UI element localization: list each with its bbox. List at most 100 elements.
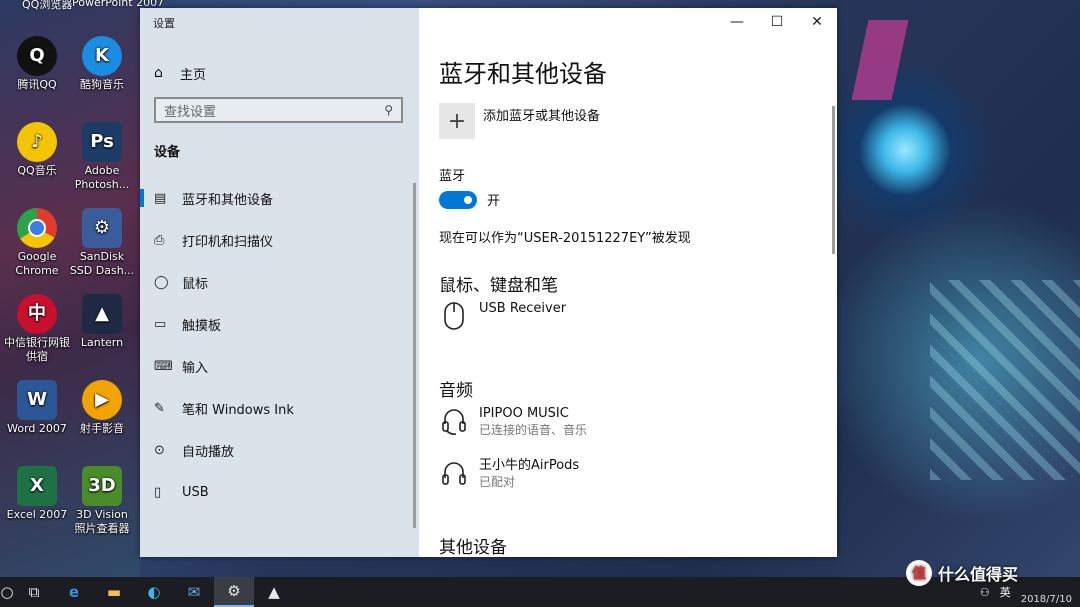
lantern-icon: ▲ bbox=[82, 294, 122, 334]
device-name: 王小牛的AirPods bbox=[479, 458, 580, 473]
desktop-icon-qq[interactable]: Q 腾讯QQ bbox=[4, 36, 70, 92]
desktop-icon-kugou[interactable]: K 酷狗音乐 bbox=[69, 36, 135, 92]
sidebar-item-label: USB bbox=[182, 484, 209, 500]
desktop-icon-photoshop[interactable]: Ps Adobe Photosh... bbox=[69, 122, 135, 192]
settings-content: — ☐ ✕ 蓝牙和其他设备 + 添加蓝牙或其他设备 蓝牙 开 现在可以作为“US… bbox=[419, 8, 837, 558]
minimize-button[interactable]: — bbox=[717, 8, 757, 36]
headphones-icon bbox=[439, 458, 469, 493]
close-button[interactable]: ✕ bbox=[797, 8, 837, 36]
photoshop-icon: Ps bbox=[82, 122, 122, 162]
browser-icon: ◐ bbox=[147, 583, 161, 601]
watermark-text: 什么值得买 bbox=[938, 565, 1019, 584]
sandisk-icon: ⚙ bbox=[82, 208, 122, 248]
sidebar-item-label: 鼠标 bbox=[182, 276, 209, 292]
maximize-button[interactable]: ☐ bbox=[757, 8, 797, 36]
desktop-icon-sandisk[interactable]: ⚙ SanDisk SSD Dash... bbox=[69, 208, 135, 278]
start-button[interactable]: ○ bbox=[0, 577, 14, 607]
add-device-row[interactable]: + 添加蓝牙或其他设备 bbox=[439, 103, 600, 139]
sidebar-item-printers[interactable]: ⎙ 打印机和扫描仪 bbox=[140, 219, 415, 261]
excel-icon: X bbox=[17, 466, 57, 506]
device-name: IPIPOO MUSIC bbox=[479, 406, 569, 421]
qq-penguin-icon: Q bbox=[17, 36, 57, 76]
sidebar-item-label: 笔和 Windows Ink bbox=[182, 402, 294, 418]
home-link[interactable]: ⌂ 主页 bbox=[154, 62, 206, 84]
desktop-icon-qqmusic[interactable]: ♪ QQ音乐 bbox=[4, 122, 70, 178]
watermark: 值 什么值得买 bbox=[906, 560, 1018, 586]
3d-vision-icon: 3D bbox=[82, 466, 122, 506]
device-usb-receiver[interactable]: USB Receiver bbox=[439, 301, 566, 336]
sidebar-item-mouse[interactable]: ◯ 鼠标 bbox=[140, 261, 415, 303]
sidebar-item-label: 输入 bbox=[182, 360, 209, 376]
discoverable-text: 现在可以作为“USER-20151227EY”被发现 bbox=[439, 231, 691, 246]
bluetooth-toggle-row: 开 bbox=[439, 190, 500, 209]
add-device-button[interactable]: + bbox=[439, 103, 475, 139]
section-label: 设备 bbox=[154, 145, 181, 160]
taskbar-photos[interactable]: ▲ bbox=[254, 577, 294, 607]
desktop-icon-word[interactable]: W Word 2007 bbox=[4, 380, 70, 436]
pen-icon: ✎ bbox=[154, 400, 165, 416]
qqmusic-icon: ♪ bbox=[17, 122, 57, 162]
desktop-icon-chrome[interactable]: Google Chrome bbox=[4, 208, 70, 278]
mouse-icon bbox=[439, 301, 469, 336]
sidebar-item-pen[interactable]: ✎ 笔和 Windows Ink bbox=[140, 387, 415, 429]
clock-date[interactable]: 2018/7/10 bbox=[1021, 594, 1072, 605]
desktop-art-panel bbox=[930, 280, 1080, 480]
section-audio: 音频 bbox=[439, 381, 473, 401]
sidebar-item-autoplay[interactable]: ⊙ 自动播放 bbox=[140, 429, 415, 471]
desktop-top-label: QQ浏览器 bbox=[22, 0, 73, 11]
sidebar-item-touchpad[interactable]: ▭ 触摸板 bbox=[140, 303, 415, 345]
chrome-icon bbox=[17, 208, 57, 248]
taskbar-explorer[interactable]: ▬ bbox=[94, 577, 134, 607]
mail-icon: ✉ bbox=[187, 583, 201, 601]
sidebar-item-typing[interactable]: ⌨ 输入 bbox=[140, 345, 415, 387]
taskbar-mail[interactable]: ✉ bbox=[174, 577, 214, 607]
add-device-label[interactable]: 添加蓝牙或其他设备 bbox=[483, 105, 600, 124]
taskbar-browser[interactable]: ◐ bbox=[134, 577, 174, 607]
mouse-icon: ◯ bbox=[154, 274, 169, 290]
watermark-logo-icon: 值 bbox=[906, 560, 932, 586]
device-name: USB Receiver bbox=[479, 301, 567, 316]
section-other-devices: 其他设备 bbox=[439, 538, 507, 558]
home-label: 主页 bbox=[180, 67, 207, 83]
headset-icon bbox=[439, 406, 469, 441]
device-status: 已连接的语音、音乐 bbox=[479, 423, 588, 437]
desktop-icon-shooter[interactable]: ▶ 射手影音 bbox=[69, 380, 135, 436]
sidebar-item-usb[interactable]: ▯ USB bbox=[140, 471, 415, 513]
kugou-icon: K bbox=[82, 36, 122, 76]
keyboard-icon: ⌨ bbox=[154, 358, 173, 374]
taskbar-edge[interactable]: e bbox=[54, 577, 94, 607]
autoplay-icon: ⊙ bbox=[154, 442, 165, 458]
page-title: 蓝牙和其他设备 bbox=[439, 60, 607, 88]
sidebar-item-label: 打印机和扫描仪 bbox=[182, 234, 274, 250]
sidebar-item-bluetooth[interactable]: ▤ 蓝牙和其他设备 bbox=[140, 177, 415, 219]
settings-sidebar: 设置 ⌂ 主页 查找设置 ⚲ 设备 ▤ 蓝牙和其他设备 ⎙ 打印机和扫描仪 ◯ … bbox=[140, 8, 419, 557]
sidebar-scrollbar[interactable] bbox=[413, 183, 416, 528]
home-icon: ⌂ bbox=[154, 65, 163, 81]
desktop-icon-3dvision[interactable]: 3D 3D Vision 照片查看器 bbox=[69, 466, 135, 536]
citic-bank-icon: 中 bbox=[17, 294, 57, 334]
search-input[interactable]: 查找设置 ⚲ bbox=[154, 97, 403, 123]
search-placeholder: 查找设置 bbox=[164, 104, 217, 120]
task-view-button[interactable]: ⧉ bbox=[14, 577, 54, 607]
device-airpods[interactable]: 王小牛的AirPods 已配对 bbox=[439, 458, 579, 493]
content-scrollbar[interactable] bbox=[832, 106, 835, 254]
photos-icon: ▲ bbox=[268, 583, 280, 601]
shooter-player-icon: ▶ bbox=[82, 380, 122, 420]
edge-icon: e bbox=[68, 583, 80, 601]
settings-window: 设置 ⌂ 主页 查找设置 ⚲ 设备 ▤ 蓝牙和其他设备 ⎙ 打印机和扫描仪 ◯ … bbox=[140, 8, 837, 558]
ime-indicator[interactable]: 英 bbox=[1000, 584, 1011, 600]
usb-icon: ▯ bbox=[154, 484, 162, 500]
people-icon[interactable]: ⚇ bbox=[980, 586, 990, 599]
bluetooth-label: 蓝牙 bbox=[439, 169, 466, 184]
section-mouse-keyboard-pen: 鼠标、键盘和笔 bbox=[439, 276, 558, 296]
window-caption-buttons: — ☐ ✕ bbox=[717, 8, 837, 36]
folder-icon: ▬ bbox=[106, 583, 122, 601]
bluetooth-toggle[interactable] bbox=[439, 190, 477, 209]
search-icon: ⚲ bbox=[384, 103, 393, 117]
device-ipipoo-music[interactable]: IPIPOO MUSIC 已连接的语音、音乐 bbox=[439, 406, 587, 441]
desktop-icon-excel[interactable]: X Excel 2007 bbox=[4, 466, 70, 522]
desktop-icon-citic[interactable]: 中 中信银行网银供宿 bbox=[4, 294, 70, 364]
desktop-icon-lantern[interactable]: ▲ Lantern bbox=[69, 294, 135, 350]
plus-icon: + bbox=[447, 108, 467, 134]
taskbar-settings[interactable]: ⚙ bbox=[214, 577, 254, 607]
